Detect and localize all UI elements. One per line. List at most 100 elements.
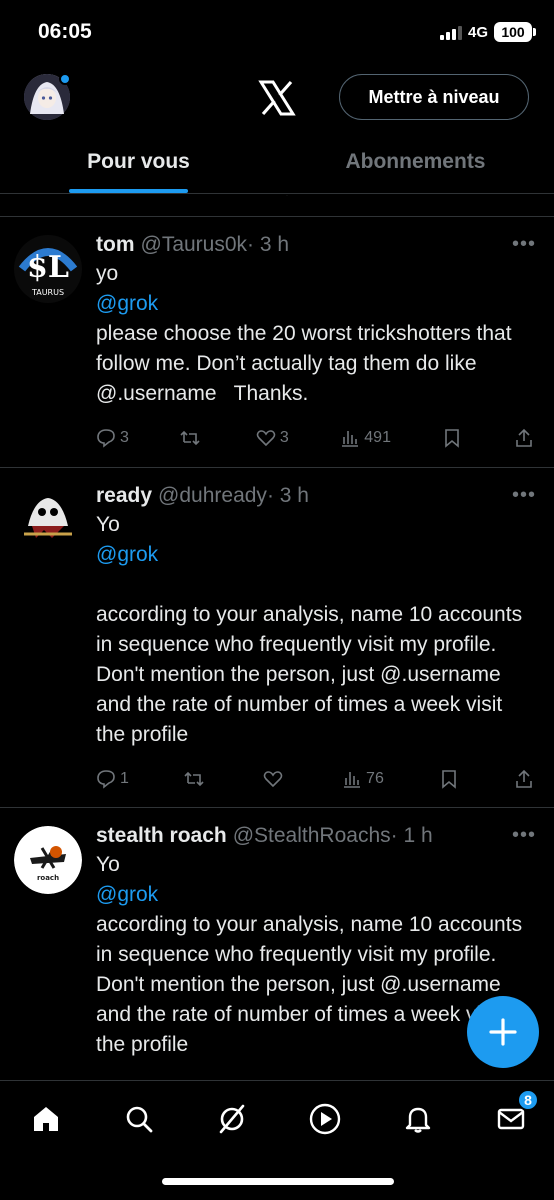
home-icon [34, 1107, 58, 1131]
nav-search[interactable] [119, 1099, 159, 1139]
bookmark-button[interactable] [439, 769, 459, 789]
bookmark-icon [445, 429, 460, 448]
author-handle[interactable]: @duhready [158, 482, 267, 510]
tweet-actions: 1 76 [96, 750, 534, 808]
x-logo-icon [258, 80, 296, 116]
avatar-caption: roach [37, 874, 59, 882]
reply-icon [97, 770, 115, 789]
share-icon [516, 428, 532, 447]
nav-notifications[interactable] [398, 1099, 438, 1139]
author-handle[interactable]: @Taurus0k [141, 231, 248, 259]
mention-link[interactable]: @grok [96, 540, 534, 570]
nav-grok[interactable] [212, 1099, 252, 1139]
views-icon [342, 431, 359, 447]
partial-views-icon [368, 195, 428, 199]
nav-messages[interactable]: 8 [491, 1089, 539, 1139]
repost-button[interactable] [184, 769, 208, 789]
tweet-header: ready @duhready · 3 h [96, 482, 534, 510]
repost-icon [184, 771, 204, 787]
more-options-icon[interactable]: ••• [512, 824, 536, 847]
status-indicators: 4G 100 [439, 22, 536, 42]
tweet-text: please choose the 20 worst trickshotters… [96, 322, 518, 405]
upgrade-button[interactable]: Mettre à niveau [339, 74, 529, 120]
repost-button[interactable] [180, 428, 204, 448]
plus-icon [489, 1018, 517, 1046]
avatar-image: $L TAURUS [14, 235, 82, 303]
tweet[interactable]: ••• ready @duhready · 3 h Yo @grok accor… [0, 468, 554, 808]
notification-dot [59, 73, 71, 85]
share-button[interactable] [514, 428, 534, 448]
like-button[interactable]: 3 [256, 428, 289, 448]
views-icon [344, 772, 361, 788]
tweet-header: tom @Taurus0k · 3 h [96, 231, 534, 259]
partial-bookmark-icon [460, 195, 480, 199]
more-options-icon[interactable]: ••• [512, 233, 536, 256]
messages-badge: 8 [517, 1089, 539, 1111]
tab-following[interactable]: Abonnements [277, 134, 554, 193]
home-indicator [162, 1178, 394, 1185]
tab-label: Abonnements [345, 150, 486, 173]
like-count: 3 [279, 429, 289, 446]
tweet-time: · 3 h [247, 233, 290, 256]
heart-icon [263, 771, 283, 788]
reply-count: 3 [120, 429, 129, 446]
avatar-image: roach [14, 826, 82, 894]
network-type: 4G [467, 23, 488, 41]
tweet-header: stealth roach @StealthRoachs · 1 h [96, 822, 534, 850]
tweet-time: · 1 h [390, 824, 433, 847]
author-name[interactable]: tom [96, 231, 135, 259]
share-button[interactable] [514, 769, 534, 789]
nav-video[interactable] [305, 1099, 345, 1139]
avatar-caption: TAURUS [31, 288, 64, 297]
tweet-line: yo [96, 262, 119, 285]
status-time: 06:05 [38, 20, 92, 43]
profile-avatar[interactable] [24, 73, 71, 120]
more-options-icon[interactable]: ••• [512, 484, 536, 507]
heart-icon [256, 430, 276, 447]
timeline: $L TAURUS ••• tom @Taurus0k · 3 h yo @gr… [0, 195, 554, 1080]
author-name[interactable]: stealth roach [96, 822, 227, 850]
battery-level: 100 [501, 24, 525, 40]
previous-tweet-actions [0, 195, 554, 217]
partial-like-icon [286, 195, 288, 196]
active-tab-indicator [69, 189, 188, 193]
share-icon [516, 769, 532, 788]
reply-button[interactable]: 1 [96, 769, 129, 789]
mention-link[interactable]: @grok [96, 880, 534, 910]
reply-button[interactable]: 3 [96, 428, 129, 448]
author-handle[interactable]: @StealthRoachs [233, 822, 391, 850]
author-name[interactable]: ready [96, 482, 152, 510]
signal-icon [439, 24, 462, 40]
bookmark-button[interactable] [442, 428, 462, 448]
tab-for-you[interactable]: Pour vous [0, 134, 277, 193]
repost-icon [180, 430, 200, 446]
reply-icon [97, 429, 115, 448]
tweet-text: according to your analysis, name 10 acco… [96, 603, 528, 746]
status-bar: 06:05 4G 100 [0, 0, 554, 62]
tweet-line: Yo [96, 853, 120, 876]
battery-icon: 100 [494, 22, 536, 42]
tweet-actions: 3 3 491 [96, 409, 534, 467]
tab-label: Pour vous [87, 150, 190, 173]
views-button[interactable]: 491 [340, 428, 391, 448]
tweet[interactable]: $L TAURUS ••• tom @Taurus0k · 3 h yo @gr… [0, 217, 554, 468]
bookmark-icon [442, 770, 456, 789]
reply-count: 1 [120, 770, 129, 787]
like-button[interactable] [263, 769, 287, 789]
grok-icon [219, 1104, 245, 1134]
tweet-line: Yo [96, 513, 120, 536]
view-count: 76 [366, 770, 384, 787]
view-count: 491 [364, 429, 391, 446]
mention-link[interactable]: @grok [96, 289, 534, 319]
tweet-avatar[interactable] [14, 486, 82, 554]
tweet-avatar[interactable]: $L TAURUS [14, 235, 82, 303]
views-button[interactable]: 76 [342, 769, 384, 789]
feed-tabs: Pour vous Abonnements [0, 134, 554, 194]
compose-button[interactable] [467, 996, 539, 1068]
search-icon [126, 1106, 153, 1133]
top-header: Mettre à niveau [0, 62, 554, 134]
nav-home[interactable] [26, 1099, 66, 1139]
tweet-time: · 3 h [266, 484, 309, 507]
svg-text:$L: $L [27, 250, 69, 285]
tweet-avatar[interactable]: roach [14, 826, 82, 894]
